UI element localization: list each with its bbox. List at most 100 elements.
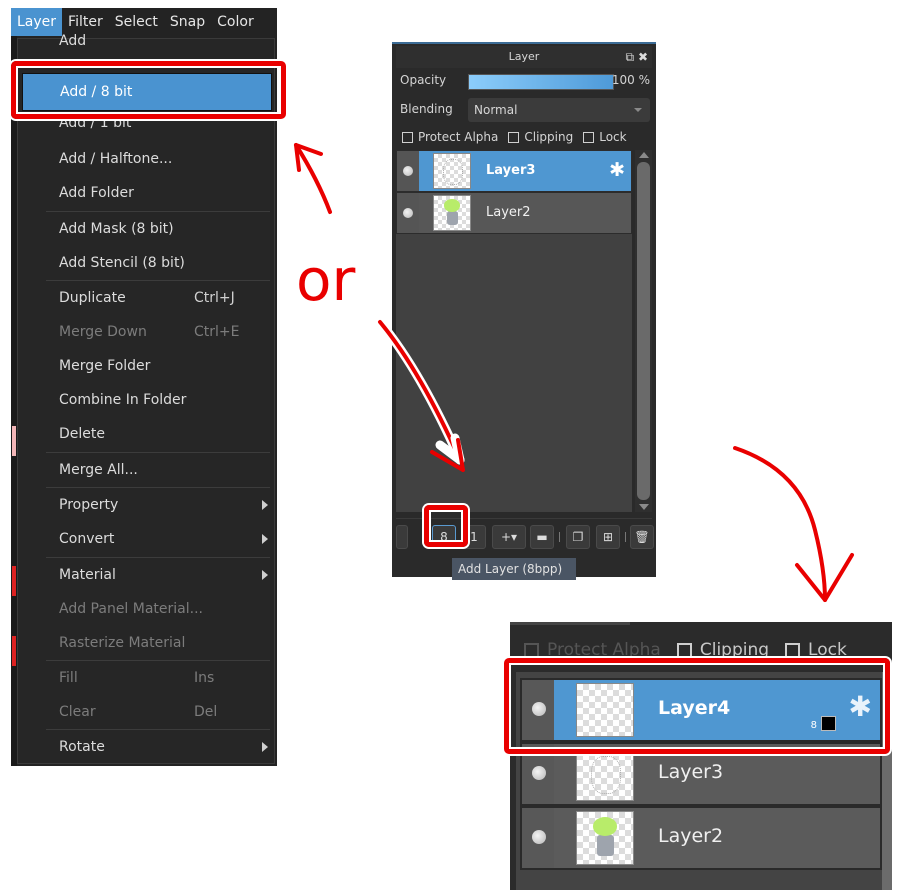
- eye-icon: [532, 830, 546, 844]
- lock-checkbox[interactable]: Lock: [583, 130, 627, 144]
- gear-icon[interactable]: ✱: [609, 160, 625, 180]
- menu-item-label: Fill: [59, 670, 78, 686]
- menu-item-label: Merge Folder: [59, 358, 151, 374]
- undock-icon[interactable]: ⧉: [626, 50, 635, 64]
- clipping-checkbox[interactable]: Clipping: [676, 640, 770, 660]
- menu-item-label: Add / 1 bit: [59, 119, 132, 131]
- menu-item-label: Add Panel Material...: [59, 601, 203, 617]
- menu-item-rasterize-material: Rasterize Material: [18, 626, 276, 660]
- menu-item-material[interactable]: Material: [18, 558, 276, 592]
- checkbox-icon: [676, 642, 692, 658]
- layer-list: Layer3 ✱ Layer2: [396, 150, 632, 512]
- delete-layer-button[interactable]: 🗑: [630, 525, 654, 549]
- menu-item-add-folder[interactable]: Add Folder: [18, 176, 276, 210]
- layer-thumbnail: [576, 747, 634, 801]
- close-icon[interactable]: ✖: [638, 50, 648, 64]
- opacity-value: 100 %: [611, 73, 650, 87]
- opacity-label: Opacity: [400, 73, 447, 87]
- checkbox-label: Clipping: [699, 640, 770, 660]
- eye-icon: [403, 166, 413, 176]
- layer-row-layer3[interactable]: Layer3 ✱: [396, 150, 632, 192]
- checkbox-label: Protect Alpha: [418, 130, 499, 144]
- scroll-down-icon[interactable]: [639, 504, 649, 510]
- layer-row-layer2[interactable]: Layer2: [396, 192, 632, 234]
- blending-row: Blending Normal: [400, 98, 650, 122]
- layer-row-layer2[interactable]: Layer2: [520, 806, 882, 870]
- blending-select[interactable]: Normal: [468, 98, 650, 122]
- scroll-up-icon[interactable]: [639, 152, 649, 158]
- arrowhead-icon: [795, 553, 854, 602]
- layer-thumbnail: [433, 153, 471, 189]
- layer-thumbnail: [433, 195, 471, 231]
- lock-checkbox[interactable]: Lock: [785, 640, 847, 660]
- protect-alpha-checkbox[interactable]: Protect Alpha: [402, 130, 498, 144]
- layer-name: Layer3: [486, 163, 536, 178]
- eye-icon: [532, 766, 546, 780]
- menu-item-merge-all[interactable]: Merge All...: [18, 453, 276, 487]
- blending-label: Blending: [400, 102, 453, 116]
- clipping-checkbox[interactable]: Clipping: [508, 130, 573, 144]
- layer-name: Layer2: [658, 825, 724, 847]
- checkbox-label: Clipping: [524, 130, 574, 144]
- add-layer-menu-button[interactable]: +▾: [492, 525, 526, 549]
- checkbox-label: Lock: [599, 130, 627, 144]
- chevron-down-icon: [634, 108, 642, 112]
- merge-layer-button[interactable]: ⊞: [596, 525, 620, 549]
- menu-item-shortcut: Ins: [194, 670, 215, 686]
- visibility-toggle[interactable]: [522, 808, 554, 868]
- menu-item-property[interactable]: Property: [18, 488, 276, 522]
- checkbox-icon: [508, 131, 520, 143]
- protect-alpha-checkbox[interactable]: Protect Alpha: [524, 640, 661, 660]
- menu-item-label: Merge All...: [59, 462, 138, 478]
- menu-item-add[interactable]: Add: [18, 29, 276, 53]
- menu-item-delete[interactable]: Delete: [18, 417, 276, 451]
- layer-dropdown-menu: Add Add / 8 bit Add / 1 bit Add / Halfto…: [17, 33, 276, 764]
- menu-item-add-halftone[interactable]: Add / Halftone...: [18, 142, 276, 176]
- opacity-row: Opacity 100 %: [400, 72, 650, 92]
- layer-thumbnail: [576, 811, 634, 865]
- menu-item-label: Duplicate: [59, 290, 126, 306]
- menu-item-combine-in-folder[interactable]: Combine In Folder: [18, 383, 276, 417]
- checkbox-icon: [524, 642, 539, 658]
- scroll-thumb[interactable]: [637, 162, 650, 500]
- checkbox-icon: [785, 642, 801, 658]
- menu-item-convert[interactable]: Convert: [18, 522, 276, 556]
- layer-name: Layer3: [658, 761, 724, 783]
- menu-item-merge-folder[interactable]: Merge Folder: [18, 349, 276, 383]
- or-annotation: or: [296, 246, 355, 314]
- layer-options: Protect Alpha Clipping Lock: [402, 128, 652, 146]
- add-layer-partial-button[interactable]: [396, 525, 408, 549]
- menu-item-label: Material: [59, 567, 116, 583]
- menu-item-label: Delete: [59, 426, 105, 442]
- menu-item-label: Merge Down: [59, 324, 147, 340]
- menu-item-merge-down: Merge Down Ctrl+E: [18, 315, 276, 349]
- menu-item-rotate[interactable]: Rotate: [18, 730, 276, 764]
- canvas-edge-mark: [12, 566, 16, 596]
- panel-title-bar: Layer ⧉ ✖: [396, 46, 652, 68]
- add-folder-button[interactable]: ▬: [530, 525, 554, 549]
- eye-icon: [403, 208, 413, 218]
- visibility-toggle[interactable]: [397, 151, 419, 191]
- menu-item-label: Add: [59, 33, 87, 49]
- result-layer-options: Protect Alpha Clipping Lock: [524, 640, 863, 660]
- menu-item-duplicate[interactable]: Duplicate Ctrl+J: [18, 281, 276, 315]
- menu-item-label: Combine In Folder: [59, 392, 187, 408]
- menu-item-add-1bit[interactable]: Add / 1 bit: [18, 119, 276, 137]
- menu-item-label: Rasterize Material: [59, 635, 186, 651]
- layer-list-scrollbar[interactable]: [635, 150, 652, 512]
- menu-item-label: Add Stencil (8 bit): [59, 255, 185, 271]
- menu-item-fill: Fill Ins: [18, 661, 276, 695]
- submenu-arrow-icon: [262, 534, 268, 544]
- duplicate-layer-button[interactable]: ❐: [566, 525, 590, 549]
- tooltip-add-layer: Add Layer (8bpp): [452, 558, 576, 580]
- menu-item-shortcut: Ctrl+E: [194, 324, 240, 340]
- arrowhead-icon: [294, 143, 323, 172]
- highlight-new-layer4: [504, 658, 890, 754]
- opacity-slider[interactable]: [468, 74, 614, 90]
- visibility-toggle[interactable]: [397, 193, 419, 233]
- menu-item-add-stencil[interactable]: Add Stencil (8 bit): [18, 246, 276, 280]
- submenu-arrow-icon: [262, 742, 268, 752]
- toolbar-separator: [559, 532, 560, 542]
- menu-item-label: Clear: [59, 704, 96, 720]
- menu-item-add-mask[interactable]: Add Mask (8 bit): [18, 212, 276, 246]
